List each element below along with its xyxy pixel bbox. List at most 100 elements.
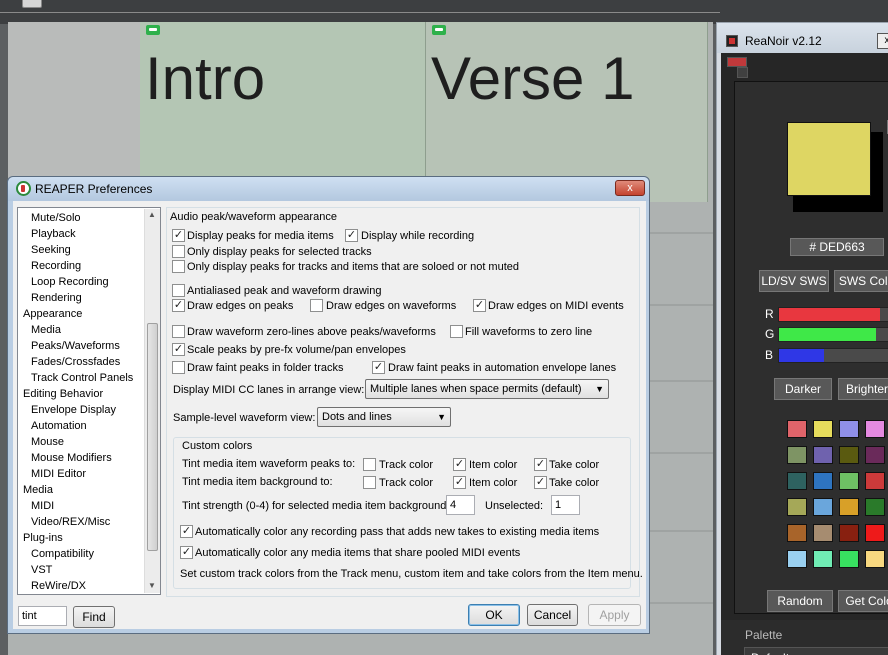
ldsv-sws-button[interactable]: LD/SV SWS [759, 270, 829, 292]
midi-cc-lanes-dropdown[interactable]: Multiple lanes when space permits (defau… [365, 379, 609, 399]
tint-bg-track-checkbox[interactable] [363, 476, 376, 489]
antialiased-checkbox[interactable] [172, 284, 185, 297]
tree-item[interactable]: Mouse [31, 434, 64, 450]
palette-color-cell[interactable] [813, 498, 833, 516]
tree-item[interactable]: Rendering [31, 290, 82, 306]
tree-item[interactable]: ReWire/DX [31, 578, 86, 594]
green-slider[interactable] [778, 327, 888, 342]
tint-peaks-track-checkbox[interactable] [363, 458, 376, 471]
preferences-category-tree[interactable]: Mute/Solo Playback Seeking Recording Loop Re… [17, 207, 161, 595]
sample-level-dropdown[interactable]: Dots and lines ▼ [317, 407, 451, 427]
zero-lines-checkbox[interactable] [172, 325, 185, 338]
edges-midi-checkbox[interactable]: ✓ [473, 299, 486, 312]
tree-item[interactable]: Compatibility [31, 546, 94, 562]
tree-item[interactable]: Peaks/Waveforms [31, 338, 120, 354]
reanoir-tab[interactable] [727, 57, 747, 67]
display-peaks-checkbox[interactable]: ✓ [172, 229, 185, 242]
tree-item[interactable]: Recording [31, 258, 81, 274]
palette-color-cell[interactable] [865, 420, 885, 438]
palette-color-cell[interactable] [839, 550, 859, 568]
palette-color-cell[interactable] [787, 446, 807, 464]
preferences-search-input[interactable] [18, 606, 67, 626]
reanoir-tab-secondary[interactable] [737, 67, 748, 78]
tree-item[interactable]: Plug-ins [23, 530, 63, 546]
reanoir-close-button[interactable]: x [877, 33, 888, 49]
only-soloed-checkbox[interactable] [172, 260, 185, 273]
only-selected-checkbox[interactable] [172, 245, 185, 258]
ok-button[interactable]: OK [468, 604, 520, 626]
preferences-close-button[interactable]: x [615, 180, 645, 196]
darker-button[interactable]: Darker [774, 378, 832, 400]
palette-color-cell[interactable] [787, 472, 807, 490]
region-verse-1[interactable]: Verse 1 [426, 22, 708, 202]
find-button[interactable]: Find [73, 606, 115, 628]
apply-button[interactable]: Apply [588, 604, 641, 626]
preferences-titlebar[interactable]: REAPER Preferences x [8, 177, 649, 201]
palette-color-cell[interactable] [813, 420, 833, 438]
tree-item[interactable]: Seeking [31, 242, 71, 258]
palette-color-cell[interactable] [865, 498, 885, 516]
palette-color-cell[interactable] [865, 550, 885, 568]
brighter-button[interactable]: Brighter [838, 378, 888, 400]
palette-color-cell[interactable] [839, 498, 859, 516]
tree-scrollbar[interactable]: ▲ ▼ [144, 209, 160, 593]
edges-peaks-checkbox[interactable]: ✓ [172, 299, 185, 312]
display-while-recording-checkbox[interactable]: ✓ [345, 229, 358, 242]
tint-strength-input[interactable]: 4 [446, 495, 475, 515]
palette-select[interactable]: Default [744, 647, 888, 655]
scroll-down-icon[interactable]: ▼ [148, 581, 156, 590]
tint-bg-take-checkbox[interactable]: ✓ [534, 476, 547, 489]
palette-color-cell[interactable] [787, 498, 807, 516]
tree-item[interactable]: Loop Recording [31, 274, 109, 290]
tree-item[interactable]: Appearance [23, 306, 82, 322]
tree-item[interactable]: Mouse Modifiers [31, 450, 112, 466]
cancel-button[interactable]: Cancel [527, 604, 578, 626]
palette-color-cell[interactable] [865, 446, 885, 464]
tree-item[interactable]: Editing Behavior [23, 386, 103, 402]
tree-scroll-thumb[interactable] [147, 323, 158, 551]
palette-color-cell[interactable] [813, 472, 833, 490]
palette-color-cell[interactable] [787, 524, 807, 542]
palette-color-cell[interactable] [839, 446, 859, 464]
edges-waveforms-checkbox[interactable] [310, 299, 323, 312]
palette-color-cell[interactable] [813, 446, 833, 464]
palette-color-cell[interactable] [787, 550, 807, 568]
palette-color-cell[interactable] [813, 550, 833, 568]
get-color-button[interactable]: Get Color [838, 590, 888, 612]
palette-color-cell[interactable] [839, 472, 859, 490]
tree-item[interactable]: Fades/Crossfades [31, 354, 120, 370]
auto-color-recording-checkbox[interactable]: ✓ [180, 525, 193, 538]
tree-item[interactable]: Mute/Solo [31, 210, 81, 226]
palette-color-cell[interactable] [865, 472, 885, 490]
palette-color-cell[interactable] [839, 524, 859, 542]
tint-peaks-take-checkbox[interactable]: ✓ [534, 458, 547, 471]
reanoir-titlebar[interactable]: ReaNoir v2.12 x [717, 23, 888, 53]
random-button[interactable]: Random [767, 590, 833, 612]
tree-item[interactable]: Playback [31, 226, 76, 242]
tree-item[interactable]: Envelope Display [31, 402, 116, 418]
tree-item[interactable]: Media [31, 322, 61, 338]
scroll-up-icon[interactable]: ▲ [148, 210, 156, 219]
palette-color-cell[interactable] [865, 524, 885, 542]
region-intro[interactable]: Intro [140, 22, 426, 202]
current-color-swatch[interactable] [787, 122, 871, 196]
toolbar-button[interactable] [22, 0, 42, 8]
tint-peaks-item-checkbox[interactable]: ✓ [453, 458, 466, 471]
tree-item[interactable]: Media [23, 482, 53, 498]
unselected-input[interactable]: 1 [551, 495, 580, 515]
tint-bg-item-checkbox[interactable]: ✓ [453, 476, 466, 489]
faint-automation-checkbox[interactable]: ✓ [372, 361, 385, 374]
scale-peaks-checkbox[interactable]: ✓ [172, 343, 185, 356]
faint-folder-checkbox[interactable] [172, 361, 185, 374]
tree-item[interactable]: Video/REX/Misc [31, 514, 110, 530]
tree-item[interactable]: VST [31, 562, 52, 578]
fill-zero-checkbox[interactable] [450, 325, 463, 338]
sws-colors-button[interactable]: SWS Colors [834, 270, 888, 292]
palette-color-cell[interactable] [787, 420, 807, 438]
palette-color-cell[interactable] [813, 524, 833, 542]
hex-color-field[interactable]: # DED663 [790, 238, 884, 256]
auto-color-pooled-checkbox[interactable]: ✓ [180, 546, 193, 559]
blue-slider[interactable] [778, 348, 888, 363]
tree-item[interactable]: MIDI [31, 498, 54, 514]
tree-item[interactable]: Automation [31, 418, 87, 434]
